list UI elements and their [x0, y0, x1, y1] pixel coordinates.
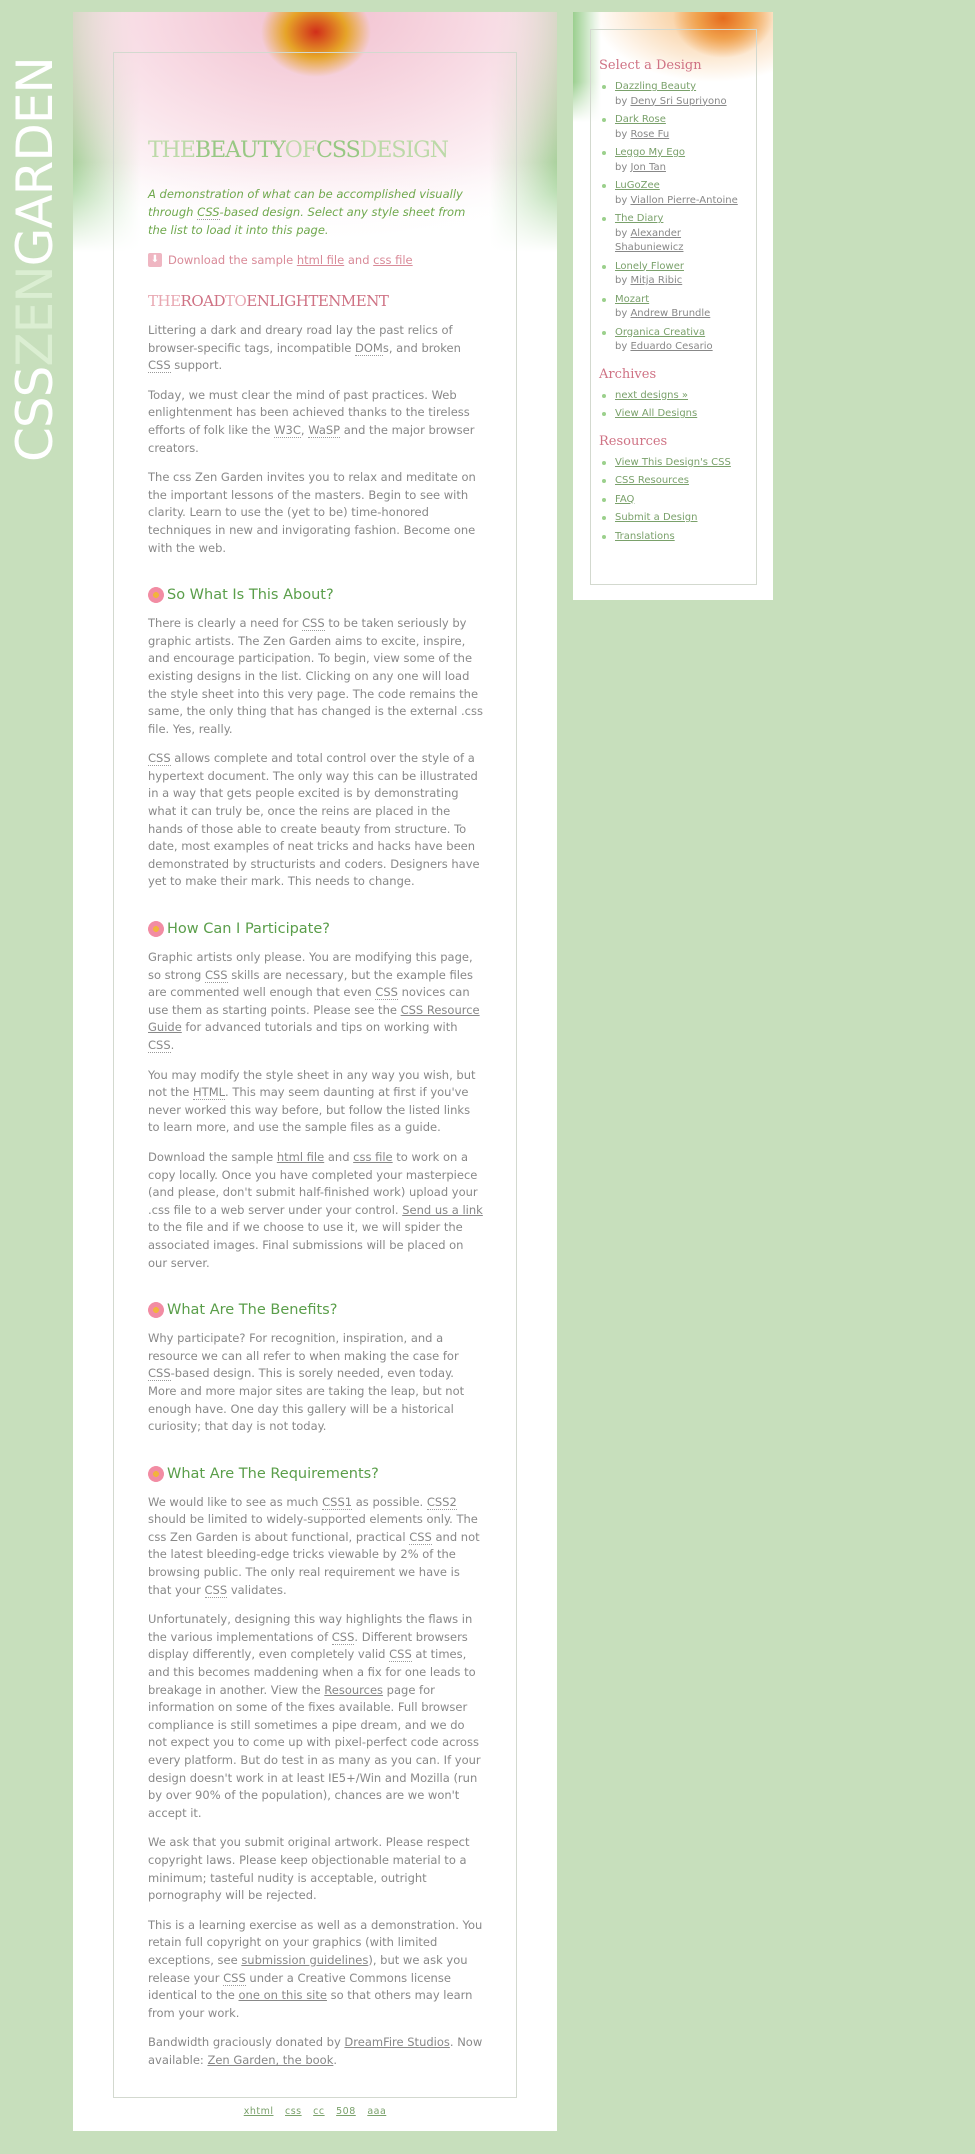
body-paragraph: Graphic artists only please. You are mod…	[148, 950, 480, 1053]
design-item: Organica Creativa by Eduardo Cesario	[599, 326, 749, 355]
body-paragraph: Download the sample html file and css fi…	[148, 1149, 483, 1270]
css-file-link[interactable]: css file	[353, 1150, 392, 1164]
section-heading-participate: How Can I Participate?	[148, 921, 483, 938]
body-paragraph: CSS allows complete and total control ov…	[148, 751, 480, 889]
resources-heading: Resources	[599, 433, 668, 449]
select-design-heading: Select a Design	[599, 58, 702, 73]
intro-paragraph: Today, we must clear the mind of past pr…	[148, 387, 475, 455]
section-heading-about: So What Is This About?	[148, 587, 483, 604]
css-resources-link[interactable]: CSS Resources	[615, 475, 689, 486]
footer: xhtml css cc 508 aaa	[73, 2106, 557, 2117]
body-paragraph: We would like to see as much CSS1 as pos…	[148, 1494, 480, 1598]
resources-list: View This Design's CSS CSS Resources FAQ…	[599, 456, 749, 545]
intro-paragraph: The css Zen Garden invites you to relax …	[148, 470, 476, 555]
design-list: Dazzling Beauty by Deny Sri Supriyono Dar…	[599, 80, 749, 355]
design-item: Lonely Flower by Mitja Ribic	[599, 260, 749, 289]
body-paragraph: Unfortunately, designing this way highli…	[148, 1612, 481, 1820]
design-link[interactable]: Lonely Flower	[615, 261, 684, 272]
html-file-link[interactable]: html file	[297, 253, 344, 267]
resource-item: Submit a Design	[599, 511, 749, 526]
flower-icon	[148, 921, 164, 938]
archive-item: View All Designs	[599, 407, 749, 422]
archives-list: next designs » View All Designs	[599, 389, 749, 422]
author-link[interactable]: Eduardo Cesario	[630, 341, 712, 352]
design-link[interactable]: Dark Rose	[615, 114, 666, 125]
sidebar: Select a Design Dazzling Beauty by Deny S…	[573, 12, 773, 600]
main-column: THEBEAUTYOFCSSDESIGN A demonstration of …	[73, 12, 557, 2131]
design-item: Mozart by Andrew Brundle	[599, 293, 749, 322]
body-paragraph: Bandwidth graciously donated by DreamFir…	[148, 2035, 483, 2067]
footer-508-link[interactable]: 508	[336, 2106, 356, 2117]
faq-link[interactable]: FAQ	[615, 494, 634, 505]
section-title-road: THEROADTOENLIGHTENMENT	[148, 292, 389, 310]
sidebar-content: Select a Design Dazzling Beauty by Deny S…	[599, 58, 749, 548]
translations-link[interactable]: Translations	[615, 531, 675, 542]
design-link[interactable]: Dazzling Beauty	[615, 81, 696, 92]
flower-icon	[148, 1465, 164, 1482]
archive-item: next designs »	[599, 389, 749, 404]
tagline: A demonstration of what can be accomplis…	[148, 187, 466, 237]
page-title: THEBEAUTYOFCSSDESIGN	[148, 138, 449, 163]
design-link[interactable]: Organica Creativa	[615, 327, 705, 338]
design-link[interactable]: Leggo My Ego	[615, 147, 685, 158]
author-link[interactable]: Andrew Brundle	[630, 308, 710, 319]
html-file-link[interactable]: html file	[277, 1150, 324, 1164]
resources-link[interactable]: Resources	[324, 1683, 383, 1697]
book-link[interactable]: Zen Garden, the book	[207, 2053, 333, 2067]
submit-design-link[interactable]: Submit a Design	[615, 512, 698, 523]
archives-heading: Archives	[599, 366, 657, 382]
download-links: ⬇ Download the sample html file and css …	[148, 253, 483, 267]
flower-icon	[148, 1302, 164, 1319]
css-file-link[interactable]: css file	[373, 253, 412, 267]
download-icon: ⬇	[148, 253, 162, 267]
send-link-link[interactable]: Send us a link	[402, 1203, 483, 1217]
design-item: LuGoZee by Viallon Pierre-Antoine	[599, 179, 749, 208]
body-paragraph: There is clearly a need for CSS to be ta…	[148, 616, 483, 736]
submission-guidelines-link[interactable]: submission guidelines	[241, 1953, 368, 1967]
design-link[interactable]: Mozart	[615, 294, 649, 305]
section-heading-requirements: What Are The Requirements?	[148, 1465, 483, 1482]
footer-cc-link[interactable]: cc	[313, 2106, 324, 2117]
body-paragraph: We ask that you submit original artwork.…	[148, 1835, 470, 1903]
body-paragraph: Why participate? For recognition, inspir…	[148, 1331, 465, 1434]
design-link[interactable]: LuGoZee	[615, 180, 660, 191]
footer-css-link[interactable]: css	[285, 2106, 302, 2117]
footer-aaa-link[interactable]: aaa	[367, 2106, 386, 2117]
view-design-css-link[interactable]: View This Design's CSS	[615, 457, 731, 468]
site-logo: CSSZENGARDEN	[6, 57, 64, 462]
author-link[interactable]: Deny Sri Supriyono	[630, 96, 726, 107]
resource-item: View This Design's CSS	[599, 456, 749, 471]
page-content: THEBEAUTYOFCSSDESIGN A demonstration of …	[148, 52, 483, 2070]
resource-item: Translations	[599, 530, 749, 545]
intro-paragraph: Littering a dark and dreary road lay the…	[148, 323, 461, 374]
design-link[interactable]: The Diary	[615, 213, 663, 224]
view-all-designs-link[interactable]: View All Designs	[615, 408, 697, 419]
license-link[interactable]: one on this site	[239, 1988, 327, 2002]
body-paragraph: This is a learning exercise as well as a…	[148, 1917, 483, 2020]
flower-icon	[148, 587, 164, 604]
design-item: The Diary by Alexander Shabuniewicz	[599, 212, 749, 256]
design-item: Dark Rose by Rose Fu	[599, 113, 749, 142]
body-paragraph: You may modify the style sheet in any wa…	[148, 1067, 476, 1135]
author-link[interactable]: Viallon Pierre-Antoine	[630, 195, 737, 206]
design-item: Leggo My Ego by Jon Tan	[599, 146, 749, 175]
footer-xhtml-link[interactable]: xhtml	[244, 2106, 274, 2117]
author-link[interactable]: Jon Tan	[630, 162, 666, 173]
design-item: Dazzling Beauty by Deny Sri Supriyono	[599, 80, 749, 109]
resource-item: CSS Resources	[599, 474, 749, 489]
author-link[interactable]: Rose Fu	[630, 129, 669, 140]
author-link[interactable]: Mitja Ribic	[630, 275, 682, 286]
resource-item: FAQ	[599, 493, 749, 508]
section-heading-benefits: What Are The Benefits?	[148, 1302, 483, 1319]
dreamfire-link[interactable]: DreamFire Studios	[344, 2035, 449, 2049]
next-designs-link[interactable]: next designs »	[615, 390, 688, 401]
